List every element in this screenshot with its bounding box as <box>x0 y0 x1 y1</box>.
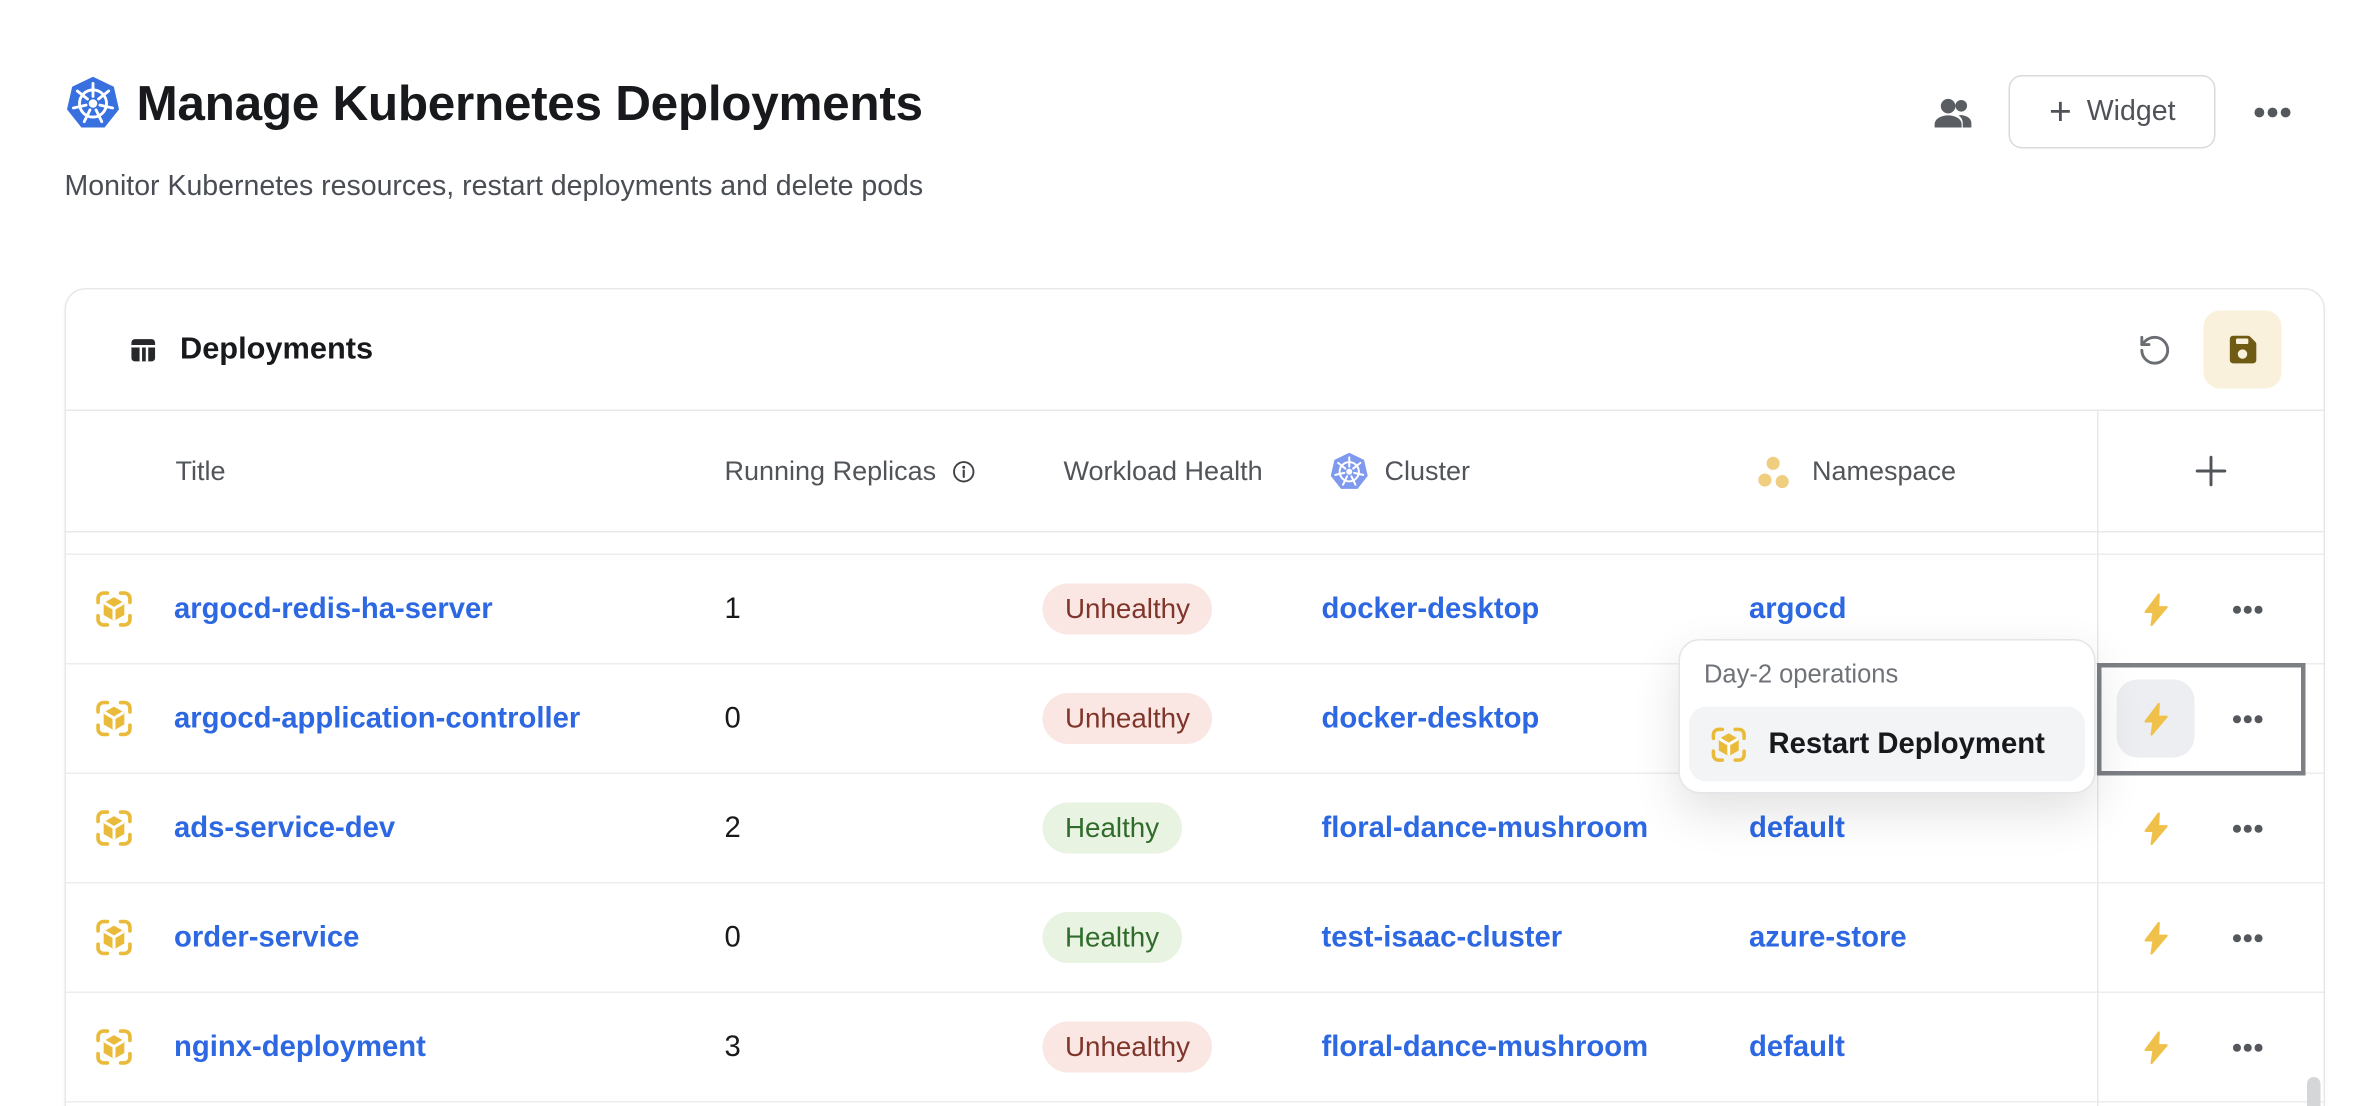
row-more-menu-button[interactable] <box>2228 590 2267 629</box>
plus-icon: + <box>2049 91 2072 130</box>
replicas-value: 0 <box>725 701 1043 736</box>
ellipsis-icon <box>2230 701 2265 736</box>
health-badge: Healthy <box>1043 803 1182 854</box>
save-button[interactable] <box>2204 311 2282 389</box>
day2-operations-button[interactable] <box>2117 570 2195 648</box>
table-body: argocd-redis-ha-server 1 Unhealthy docke… <box>66 555 2324 1103</box>
deployment-title-link[interactable]: ads-service-dev <box>174 811 395 846</box>
ellipsis-icon <box>2252 91 2294 133</box>
replicas-value: 2 <box>725 811 1043 846</box>
ellipsis-icon <box>2230 1030 2265 1065</box>
ellipsis-icon <box>2230 920 2265 955</box>
add-widget-label: Widget <box>2087 95 2176 128</box>
table-icon <box>128 334 160 366</box>
restart-deployment-label: Restart Deployment <box>1769 727 2045 762</box>
lightning-bolt-icon <box>2137 700 2175 738</box>
column-header-title[interactable]: Title <box>66 455 725 487</box>
lightning-bolt-icon <box>2137 919 2175 957</box>
card-title: Deployments <box>180 332 373 368</box>
header-actions: + Widget <box>1931 75 2297 149</box>
add-widget-button[interactable]: + Widget <box>2009 75 2216 149</box>
lightning-bolt-icon <box>2137 809 2175 847</box>
info-icon[interactable] <box>950 457 979 486</box>
page-more-menu-button[interactable] <box>2249 88 2297 136</box>
undo-icon <box>2137 332 2172 367</box>
lightning-bolt-icon <box>2137 1028 2175 1066</box>
row-more-menu-button[interactable] <box>2228 918 2267 957</box>
card-header: Deployments <box>66 290 2324 412</box>
cluster-link[interactable]: docker-desktop <box>1322 592 1540 625</box>
row-more-menu-button[interactable] <box>2228 699 2267 738</box>
cluster-link[interactable]: floral-dance-mushroom <box>1322 1030 1649 1063</box>
people-icon <box>1931 89 1976 134</box>
lightning-bolt-icon <box>2137 590 2175 628</box>
column-header-cluster[interactable]: Cluster <box>1322 451 1750 492</box>
deployment-title-link[interactable]: nginx-deployment <box>174 1030 426 1065</box>
deployment-icon <box>93 1026 135 1068</box>
page-title: Manage Kubernetes Deployments <box>137 75 923 132</box>
app-viewport: Manage Kubernetes Deployments Monitor Ku… <box>0 0 2354 1106</box>
cluster-link[interactable]: docker-desktop <box>1322 701 1540 734</box>
day2-operations-button[interactable] <box>2117 789 2195 867</box>
replicas-value: 3 <box>725 1030 1043 1065</box>
replicas-value: 1 <box>725 592 1043 627</box>
page-header: Manage Kubernetes Deployments Monitor Ku… <box>65 75 2318 132</box>
collaborators-button[interactable] <box>1931 89 1976 134</box>
namespace-link[interactable]: argocd <box>1749 592 1847 625</box>
deployment-title-link[interactable]: argocd-redis-ha-server <box>174 592 493 627</box>
day2-operations-popup: Day-2 operations Restart Deployment <box>1679 639 2096 794</box>
namespace-icon <box>1755 452 1793 490</box>
reset-button[interactable] <box>2129 324 2180 375</box>
deployment-icon <box>93 807 135 849</box>
health-badge: Healthy <box>1043 912 1182 963</box>
popup-section-label: Day-2 operations <box>1689 660 2085 707</box>
page-subtitle: Monitor Kubernetes resources, restart de… <box>65 171 924 204</box>
health-badge: Unhealthy <box>1043 584 1213 635</box>
deployment-title-link[interactable]: order-service <box>174 920 359 955</box>
namespace-link[interactable]: default <box>1749 1030 1845 1063</box>
column-header-replicas[interactable]: Running Replicas <box>725 455 1043 487</box>
ellipsis-icon <box>2230 592 2265 627</box>
vertical-scrollbar-thumb[interactable] <box>2307 1077 2321 1106</box>
day2-operations-button[interactable] <box>2117 899 2195 977</box>
health-badge: Unhealthy <box>1043 693 1213 744</box>
table-row: order-service 0 Healthy test-isaac-clust… <box>66 884 2324 994</box>
namespace-link[interactable]: azure-store <box>1749 920 1907 953</box>
actions-column-divider <box>2097 411 2099 1106</box>
cluster-icon <box>1329 451 1370 492</box>
save-icon <box>2223 330 2262 369</box>
deployment-title-link[interactable]: argocd-application-controller <box>174 701 580 736</box>
ellipsis-icon <box>2230 811 2265 846</box>
replicas-value: 0 <box>725 920 1043 955</box>
day2-operations-button[interactable] <box>2117 1008 2195 1086</box>
kubernetes-logo-icon <box>65 75 122 132</box>
restart-deployment-menu-item[interactable]: Restart Deployment <box>1689 707 2085 782</box>
deployment-icon <box>93 698 135 740</box>
day2-operations-button-active[interactable] <box>2117 680 2195 758</box>
add-column-button[interactable] <box>2097 452 2324 491</box>
cluster-link[interactable]: floral-dance-mushroom <box>1322 811 1649 844</box>
cluster-link[interactable]: test-isaac-cluster <box>1322 920 1563 953</box>
deployment-icon <box>1709 724 1750 765</box>
health-badge: Unhealthy <box>1043 1022 1213 1073</box>
namespace-link[interactable]: default <box>1749 811 1845 844</box>
plus-icon <box>2191 452 2230 491</box>
column-header-namespace[interactable]: Namespace <box>1749 452 2097 490</box>
deployment-icon <box>93 588 135 630</box>
table-header-row: Title Running Replicas Workload Health C… <box>66 411 2324 533</box>
table-row: nginx-deployment 3 Unhealthy floral-danc… <box>66 993 2324 1103</box>
row-more-menu-button[interactable] <box>2228 809 2267 848</box>
column-header-health[interactable]: Workload Health <box>1043 455 1322 487</box>
partial-row-sliver <box>66 533 2324 556</box>
stage: Manage Kubernetes Deployments Monitor Ku… <box>0 0 2354 1106</box>
row-more-menu-button[interactable] <box>2228 1028 2267 1067</box>
deployment-icon <box>93 917 135 959</box>
